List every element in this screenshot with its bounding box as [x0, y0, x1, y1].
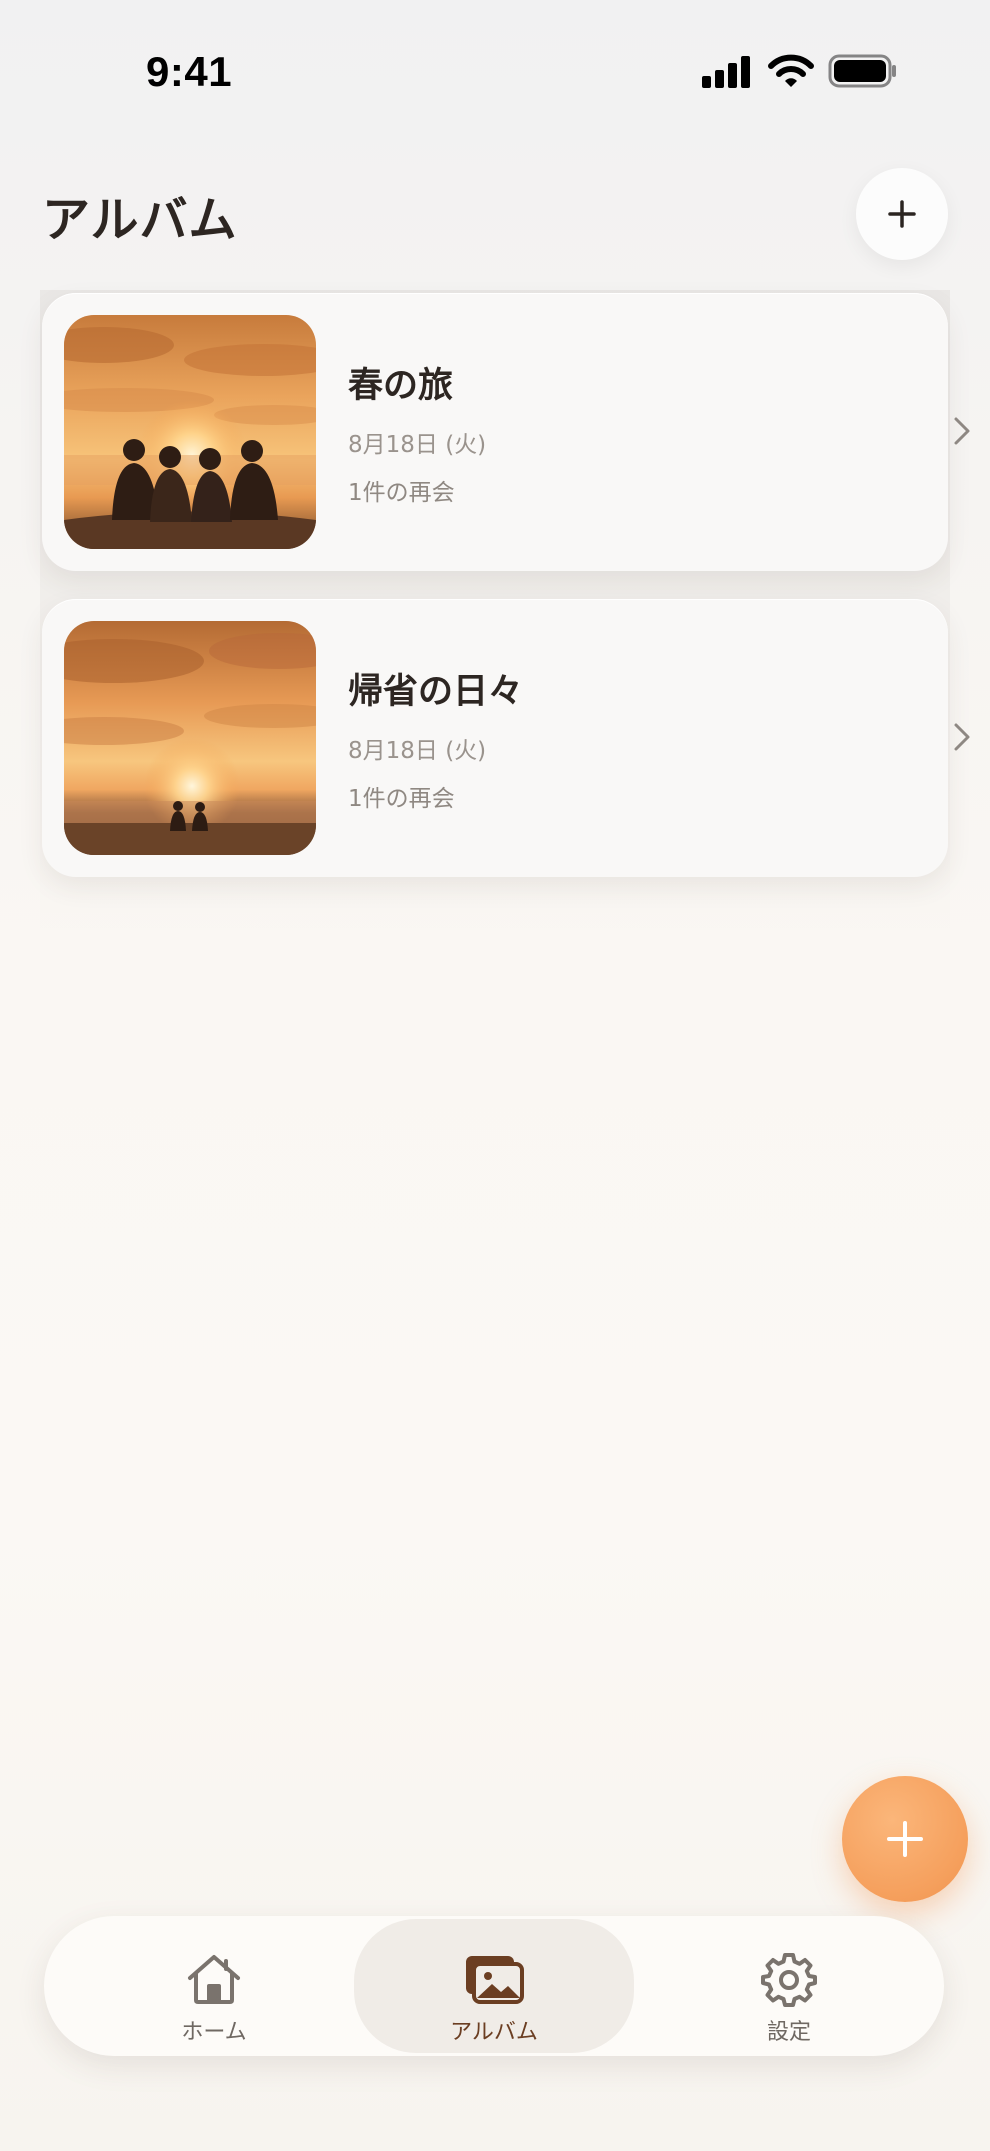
status-icons [700, 52, 900, 92]
tab-label: ホーム [181, 2020, 247, 2045]
album-title: 帰省の日々 [348, 672, 524, 712]
wifi-icon [768, 54, 814, 87]
album-photo [64, 621, 316, 855]
album-card[interactable]: 帰省の日々 8月18日 (火) 1件の再会 [42, 599, 970, 877]
chevron-right-icon [954, 723, 970, 751]
tab-bar: ホーム アルバム 設定 [44, 1916, 944, 2056]
floating-add-button[interactable] [842, 1776, 968, 1902]
album-date: 8月18日 (火) [348, 432, 487, 458]
album-title: 春の旅 [348, 366, 454, 406]
status-bar: 9:41 [0, 0, 990, 140]
tab-label: 設定 [766, 2020, 811, 2045]
album-count: 1件の再会 [348, 786, 455, 812]
album-card[interactable]: 春の旅 8月18日 (火) 1件の再会 [42, 293, 970, 571]
battery-icon [828, 54, 896, 88]
chevron-right-icon [954, 417, 970, 445]
cellular-signal-icon [702, 56, 750, 88]
gear-icon [761, 1953, 817, 2007]
album-date: 8月18日 (火) [348, 738, 487, 764]
plus-icon [888, 200, 916, 228]
tab-label: アルバム [450, 2020, 538, 2045]
add-album-button[interactable] [856, 168, 948, 260]
album-photo [64, 315, 316, 549]
photos-icon [466, 1956, 524, 2004]
page-title: アルバム [42, 192, 238, 248]
status-time: 9:41 [146, 48, 233, 95]
album-count: 1件の再会 [348, 480, 455, 506]
house-icon [188, 1955, 240, 2004]
tab-settings[interactable]: 設定 [649, 1916, 929, 2056]
tab-album[interactable]: アルバム [354, 1919, 634, 2053]
tab-home[interactable]: ホーム [74, 1916, 354, 2056]
plus-icon [887, 1821, 923, 1857]
